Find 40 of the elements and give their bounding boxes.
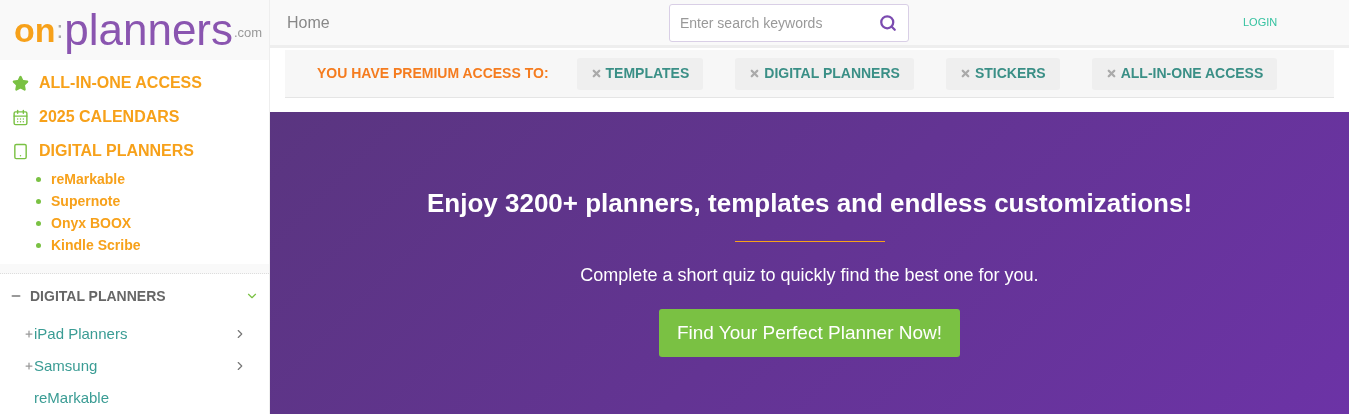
calendar-icon (12, 108, 29, 126)
bullet-icon (36, 176, 41, 182)
tablet-icon (12, 142, 29, 160)
logo-suffix: .com (234, 23, 263, 42)
section-title[interactable]: DIGITAL PLANNERS (30, 285, 237, 307)
bullet-icon (36, 242, 41, 248)
quiz-button[interactable]: Find Your Perfect Planner Now! (658, 309, 961, 357)
remove-icon[interactable] (590, 68, 602, 79)
star-icon (12, 74, 29, 92)
hero-subtitle: Complete a short quiz to quickly find the best one for you. (580, 264, 1039, 287)
sidebar-sublink[interactable]: Kindle Scribe (51, 234, 141, 256)
sidebar-item[interactable]: Samsung (34, 354, 233, 378)
sidebar-link[interactable]: 2025 CALENDARS (39, 105, 180, 129)
premium-label: YOU HAVE PREMIUM ACCESS TO: (317, 64, 549, 83)
bullet-icon (36, 220, 41, 226)
logo-text: on (14, 13, 56, 47)
sidebar-item[interactable]: iPad Planners (34, 322, 233, 346)
plus-icon (24, 329, 34, 339)
sidebar-item[interactable]: reMarkable (34, 386, 247, 410)
remove-icon[interactable] (959, 68, 971, 79)
remove-icon[interactable] (1105, 68, 1117, 79)
access-tag[interactable]: STICKERS (945, 57, 1060, 90)
search-field[interactable]: Enter search keywords (669, 3, 909, 42)
bullet-icon (36, 198, 41, 204)
sidebar-sublink[interactable]: Onyx BOOX (51, 212, 132, 234)
access-tag[interactable]: ALL-IN-ONE ACCESS (1091, 57, 1278, 90)
login-link[interactable]: LOGIN (1243, 14, 1278, 31)
sidebar-sublink[interactable]: Supernote (51, 190, 121, 212)
hero-title: Enjoy 3200+ planners, templates and endless customizations! (426, 187, 1193, 220)
logo-text: planners (64, 8, 233, 52)
logo-separator: : (56, 18, 64, 42)
search-icon[interactable] (879, 13, 897, 32)
sidebar-link[interactable]: DIGITAL PLANNERS (39, 139, 194, 163)
sidebar-sublink[interactable]: reMarkable (51, 168, 125, 190)
remove-icon[interactable] (749, 68, 761, 79)
access-tag[interactable]: TEMPLATES (576, 57, 704, 90)
breadcrumb-link[interactable]: Home (287, 10, 669, 35)
plus-icon (24, 361, 34, 371)
access-tag[interactable]: DIGITAL PLANNERS (735, 57, 914, 90)
sidebar-link[interactable]: ALL-IN-ONE ACCESS (39, 71, 202, 95)
